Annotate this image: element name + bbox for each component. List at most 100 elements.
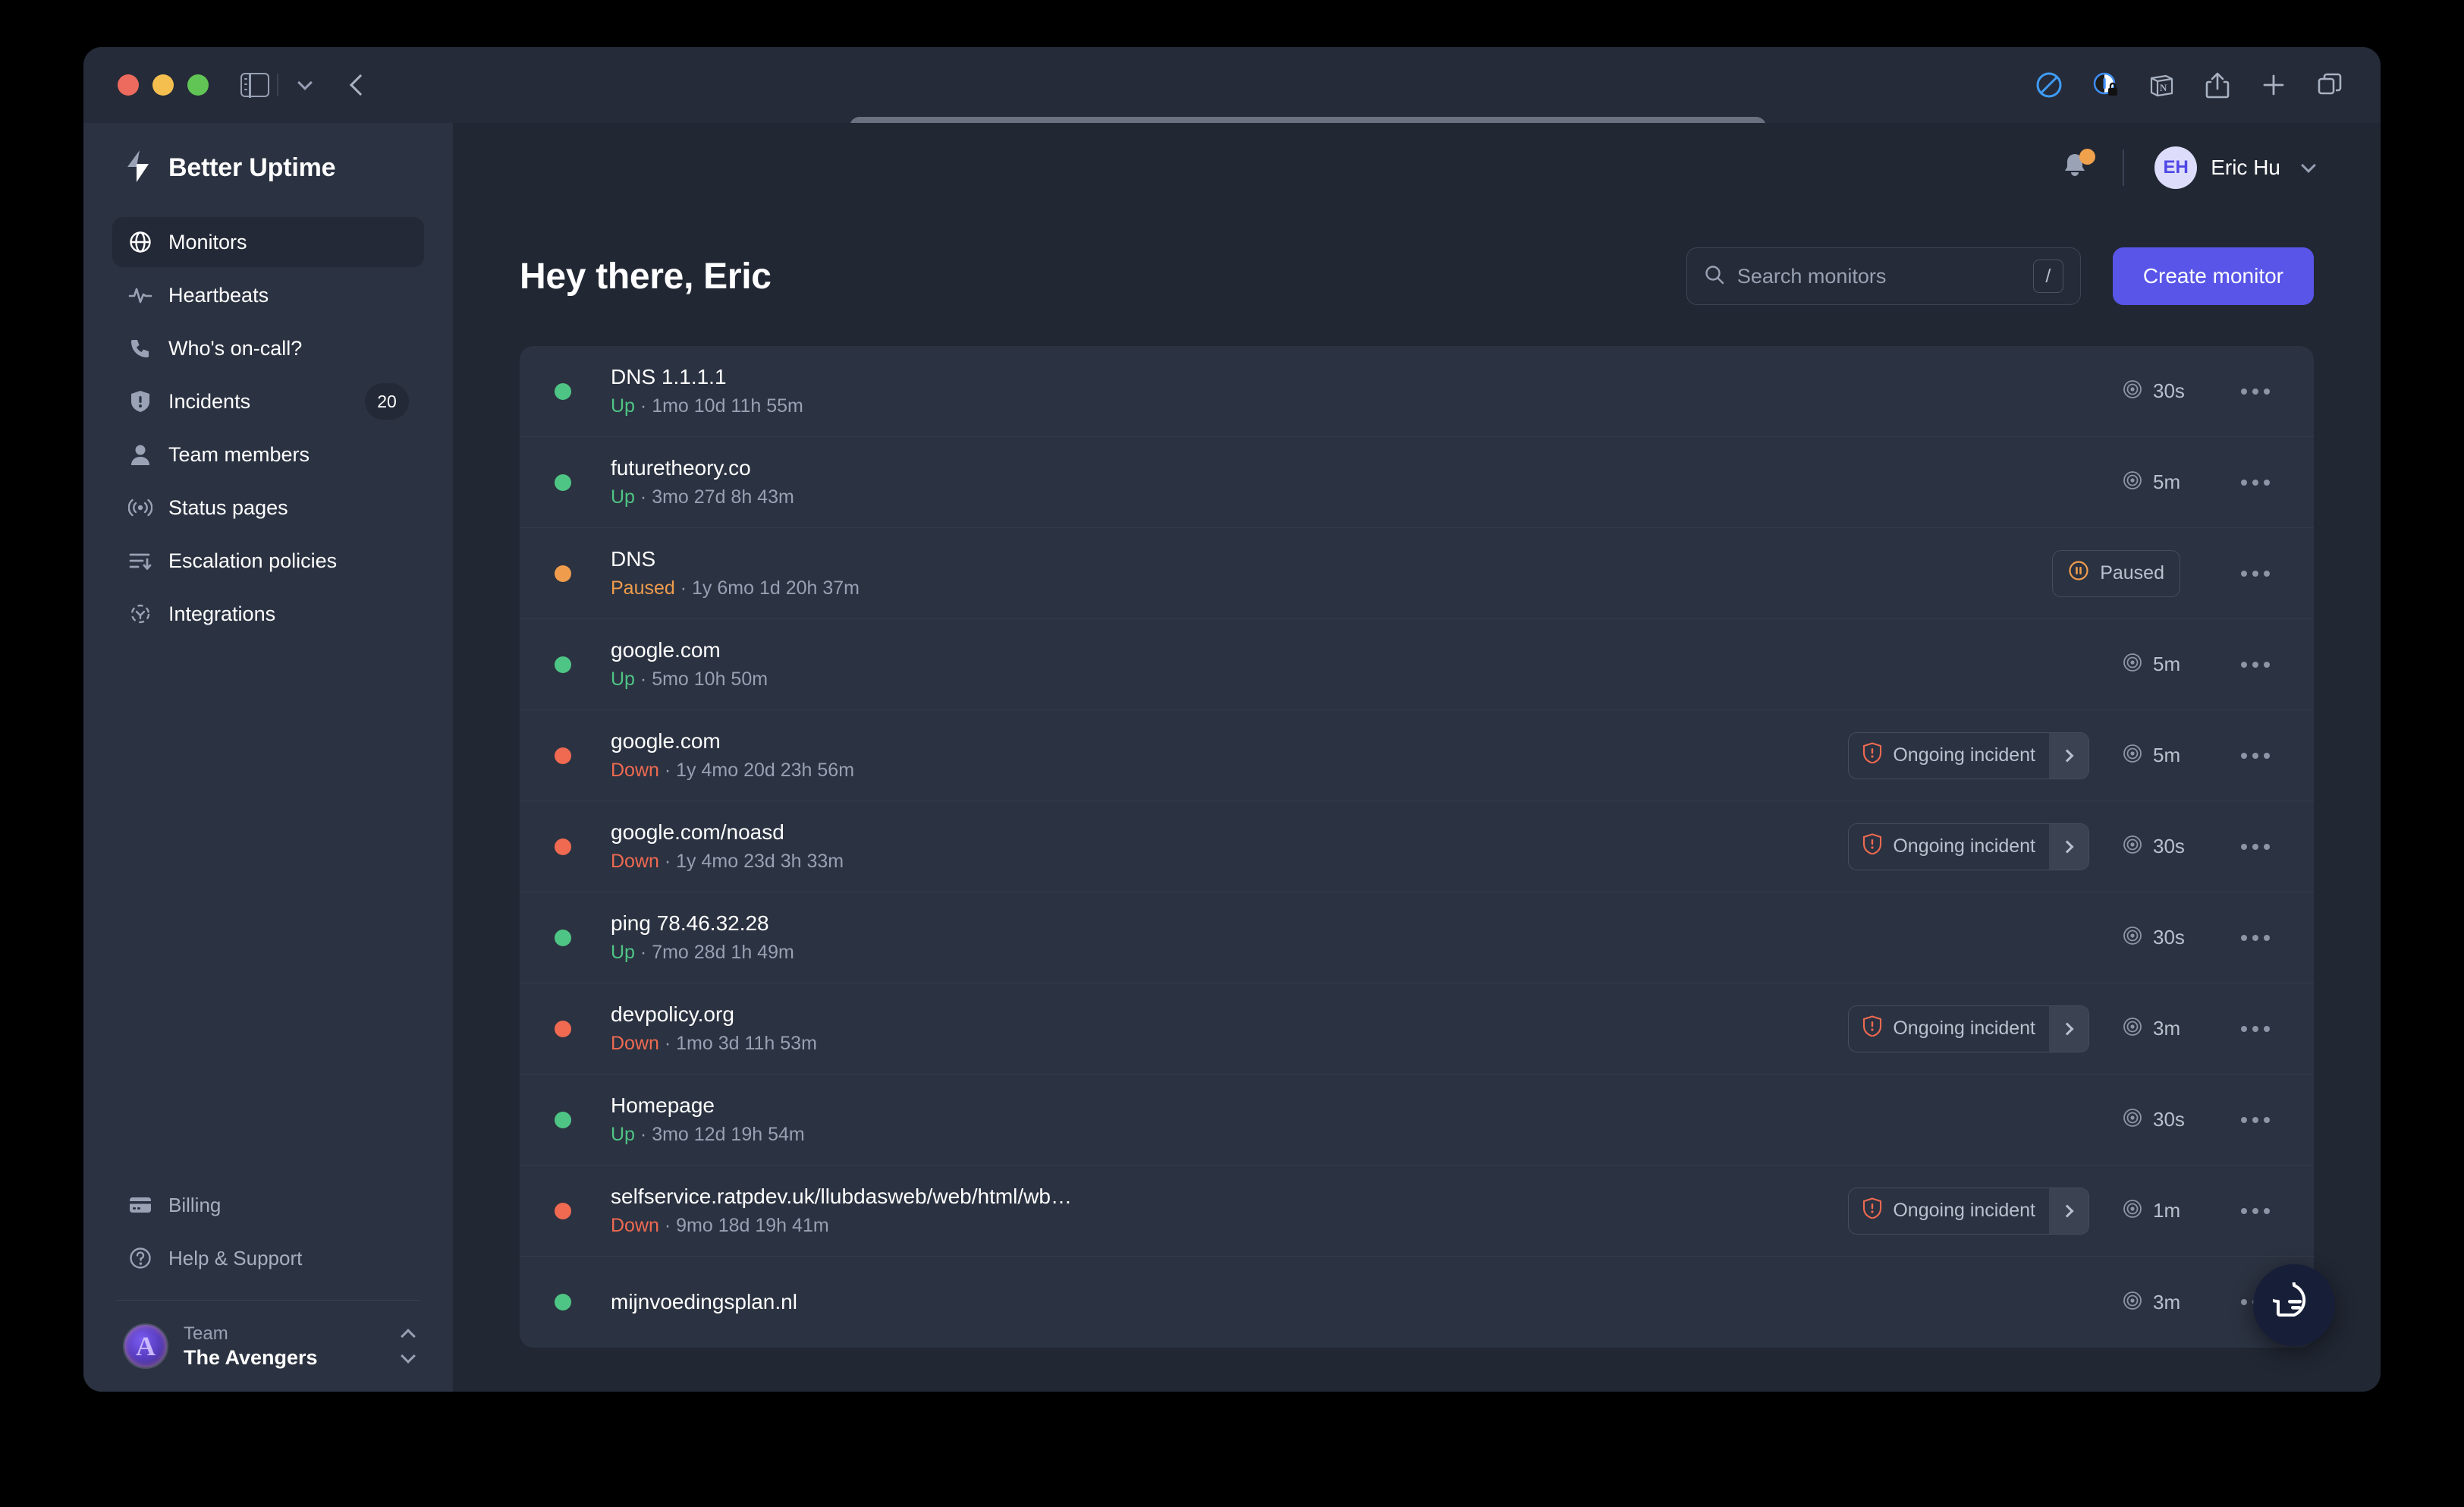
- chevron-right-icon[interactable]: [2049, 823, 2088, 870]
- row-actions-button[interactable]: [2229, 479, 2282, 486]
- monitor-name: ping 78.46.32.28: [611, 911, 769, 935]
- incident-badge-label: Ongoing incident: [1893, 1200, 2035, 1221]
- monitor-name: mijnvoedingsplan.nl: [611, 1290, 797, 1314]
- status-text: Down: [611, 1215, 659, 1236]
- chevron-up-down-icon[interactable]: [401, 1329, 416, 1364]
- status-dot: [555, 473, 571, 491]
- row-actions-button[interactable]: [2229, 934, 2282, 941]
- status-duration: 3mo 12d 19h 54m: [652, 1124, 805, 1145]
- row-actions-button[interactable]: [2229, 1207, 2282, 1214]
- sidebar-item-whos-on-call[interactable]: Who's on-call?: [112, 323, 424, 373]
- sidebar-item-status-pages[interactable]: Status pages: [112, 483, 424, 533]
- check-interval: 1m: [2123, 1199, 2214, 1222]
- shield-alert-icon: [1862, 1197, 1882, 1224]
- search-input[interactable]: Search monitors /: [1686, 247, 2081, 305]
- integrations-icon: [127, 601, 153, 627]
- table-row[interactable]: DNS 1.1.1.1 Up · 1mo 10d 11h 55m 30s: [520, 346, 2314, 437]
- chevron-right-icon[interactable]: [2049, 1005, 2088, 1052]
- table-row[interactable]: google.com Down · 1y 4mo 20d 23h 56m Ong…: [520, 710, 2314, 801]
- sidebar-item-billing[interactable]: Billing: [112, 1180, 424, 1230]
- row-actions-button[interactable]: [2229, 752, 2282, 759]
- header-actions: Search monitors / Create monitor: [1686, 247, 2314, 305]
- create-monitor-button[interactable]: Create monitor: [2112, 247, 2314, 305]
- target-icon: [2123, 470, 2142, 494]
- sidebar-nav: Monitors Heartbeats Who's on-call? Incid…: [112, 217, 424, 639]
- table-row[interactable]: google.com Up · 5mo 10h 50m 5m: [520, 619, 2314, 710]
- monitor-name: google.com: [611, 729, 721, 753]
- row-actions-button[interactable]: [2229, 661, 2282, 668]
- notion-web-clipper-icon[interactable]: N: [2145, 69, 2177, 101]
- sidebar-item-escalation-policies[interactable]: Escalation policies: [112, 536, 424, 586]
- interval-text: 1m: [2153, 1199, 2181, 1222]
- table-row[interactable]: google.com/noasd Down · 1y 4mo 23d 3h 33…: [520, 801, 2314, 892]
- user-menu[interactable]: EH Eric Hu: [2154, 146, 2316, 189]
- new-tab-icon[interactable]: [2258, 69, 2290, 101]
- tab-overview-icon[interactable]: [2314, 69, 2346, 101]
- status-text: Paused: [611, 577, 675, 599]
- sidebar-item-label: Who's on-call?: [168, 336, 303, 360]
- team-switcher[interactable]: A Team The Avengers: [112, 1301, 424, 1392]
- notifications-button[interactable]: [2060, 149, 2096, 184]
- minimize-window-button[interactable]: [152, 74, 174, 96]
- sidebar-item-help-support[interactable]: Help & Support: [112, 1233, 424, 1283]
- row-actions-button[interactable]: [2229, 388, 2282, 395]
- sidebar-item-heartbeats[interactable]: Heartbeats: [112, 270, 424, 320]
- brand[interactable]: Better Uptime: [112, 123, 424, 212]
- chevron-left-icon[interactable]: [349, 74, 372, 96]
- ongoing-incident-badge[interactable]: Ongoing incident: [1848, 731, 2089, 779]
- sidebar-item-team-members[interactable]: Team members: [112, 429, 424, 480]
- 1password-icon[interactable]: [2089, 69, 2121, 101]
- browser-window: betteruptime.com: [83, 47, 2381, 1392]
- paused-badge-label: Paused: [2100, 562, 2164, 584]
- chevron-right-icon[interactable]: [2049, 1188, 2088, 1234]
- sidebar-item-label: Incidents: [168, 389, 251, 413]
- monitor-status: Down · 1mo 3d 11h 53m: [611, 1033, 817, 1054]
- sidebar-item-incidents[interactable]: Incidents 20: [112, 376, 424, 426]
- target-icon: [2123, 926, 2142, 949]
- brand-name: Better Uptime: [168, 153, 336, 182]
- ongoing-incident-badge[interactable]: Ongoing incident: [1848, 823, 2089, 870]
- adblock-icon[interactable]: [2033, 69, 2065, 101]
- close-window-button[interactable]: [118, 74, 139, 96]
- table-row[interactable]: Homepage Up · 3mo 12d 19h 54m 30s: [520, 1074, 2314, 1166]
- sidebar-item-label: Monitors: [168, 230, 247, 253]
- chat-widget-button[interactable]: [2253, 1264, 2335, 1346]
- table-row[interactable]: ping 78.46.32.28 Up · 7mo 28d 1h 49m 30s: [520, 892, 2314, 983]
- chevron-down-icon[interactable]: [297, 75, 313, 90]
- row-actions-button[interactable]: [2229, 570, 2282, 577]
- chrome-right-controls: N: [2033, 47, 2346, 123]
- ongoing-incident-badge[interactable]: Ongoing incident: [1848, 1005, 2089, 1052]
- monitor-status: Up · 3mo 12d 19h 54m: [611, 1124, 805, 1145]
- sidebar-footer-nav: Billing Help & Support: [112, 1180, 424, 1283]
- search-shortcut-key: /: [2032, 260, 2063, 293]
- table-row[interactable]: devpolicy.org Down · 1mo 3d 11h 53m Ongo…: [520, 983, 2314, 1074]
- sidebar-item-integrations[interactable]: Integrations: [112, 589, 424, 639]
- table-row[interactable]: DNS Paused · 1y 6mo 1d 20h 37m Paused: [520, 528, 2314, 619]
- monitor-name: futuretheory.co: [611, 456, 751, 480]
- target-icon: [2123, 1017, 2142, 1040]
- sidebar-item-label: Team members: [168, 442, 310, 466]
- page-header: Hey there, Eric Search monitors / Create…: [520, 247, 2314, 305]
- ongoing-incident-badge[interactable]: Ongoing incident: [1848, 1187, 2089, 1235]
- chevron-right-icon[interactable]: [2049, 732, 2088, 779]
- browser-chrome: betteruptime.com: [83, 47, 2381, 164]
- table-row[interactable]: futuretheory.co Up · 3mo 27d 8h 43m 5m: [520, 437, 2314, 528]
- check-interval: 30s: [2123, 926, 2214, 949]
- shield-alert-icon: [1862, 742, 1882, 769]
- monitor-status: Down · 1y 4mo 23d 3h 33m: [611, 851, 844, 872]
- status-duration: 9mo 18d 19h 41m: [676, 1215, 829, 1236]
- zoom-window-button[interactable]: [187, 74, 209, 96]
- share-icon[interactable]: [2202, 69, 2233, 101]
- target-icon: [2123, 835, 2142, 858]
- table-row[interactable]: selfservice.ratpdev.uk/llubdasweb/web/ht…: [520, 1166, 2314, 1257]
- row-actions-button[interactable]: [2229, 1116, 2282, 1123]
- monitor-name: google.com: [611, 638, 721, 662]
- row-actions-button[interactable]: [2229, 843, 2282, 850]
- row-actions-button[interactable]: [2229, 1025, 2282, 1032]
- monitor-name: Homepage: [611, 1093, 715, 1117]
- sidebar-item-monitors[interactable]: Monitors: [112, 217, 424, 267]
- status-text: Up: [611, 669, 635, 690]
- table-row[interactable]: mijnvoedingsplan.nl 3m: [520, 1257, 2314, 1348]
- sidebar-toggle-icon[interactable]: [240, 72, 269, 98]
